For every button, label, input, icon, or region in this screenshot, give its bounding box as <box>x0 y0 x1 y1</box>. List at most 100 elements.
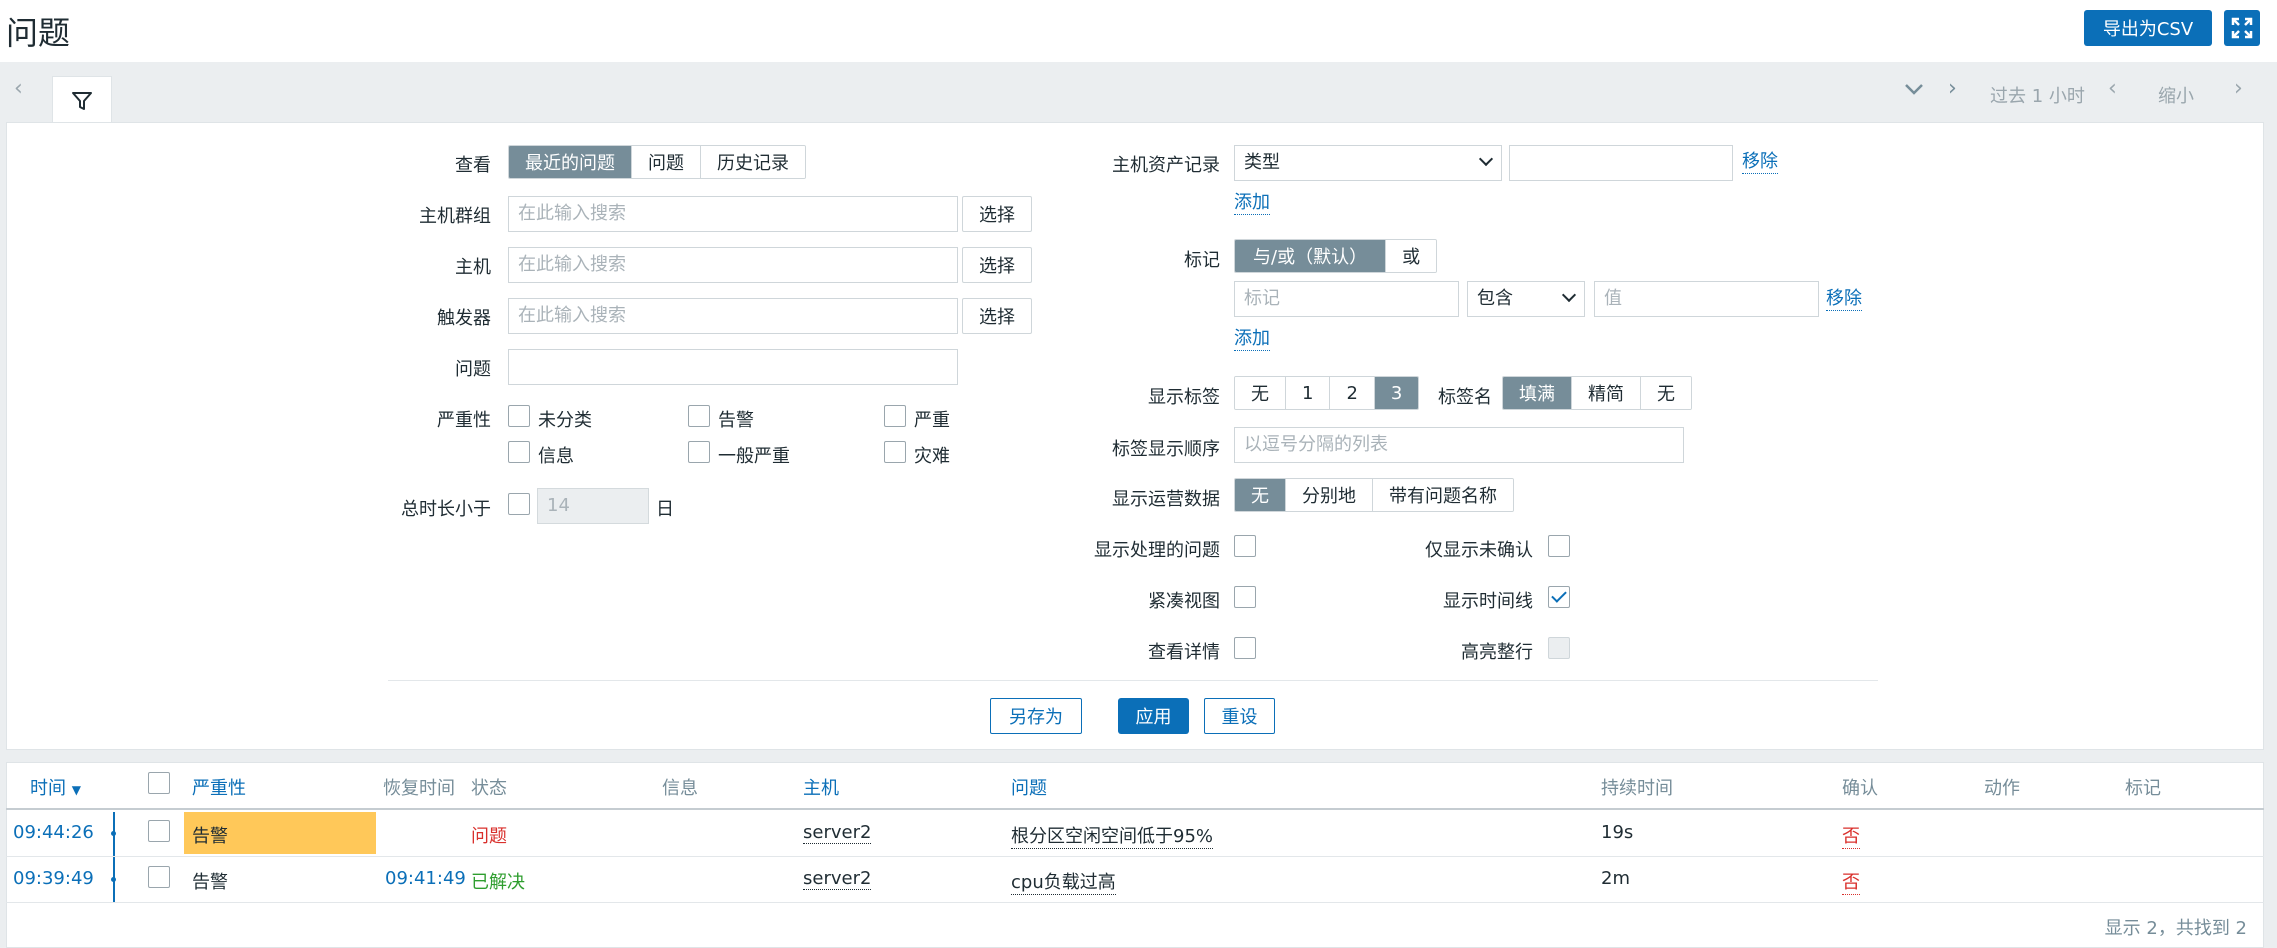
chevron-right-icon[interactable]: › <box>1948 76 1957 101</box>
row2-checkbox[interactable] <box>148 866 170 888</box>
view-option-recent[interactable]: 最近的问题 <box>509 146 631 178</box>
row2-problem-link[interactable]: cpu负载过高 <box>1011 868 1116 895</box>
show-tags-2[interactable]: 2 <box>1329 377 1374 409</box>
view-option-history[interactable]: 历史记录 <box>700 146 805 178</box>
severity-not-classified-checkbox[interactable] <box>508 405 530 427</box>
age-unit: 日 <box>656 499 674 520</box>
opdata-none[interactable]: 无 <box>1235 479 1285 511</box>
chevron-down-icon <box>1561 287 1577 303</box>
show-tags-1[interactable]: 1 <box>1285 377 1330 409</box>
view-option-problems[interactable]: 问题 <box>631 146 700 178</box>
row2-severity: 告警 <box>192 872 228 893</box>
tag-priority-input[interactable]: 以逗号分隔的列表 <box>1234 427 1684 463</box>
tag-add-link[interactable]: 添加 <box>1234 328 1270 351</box>
tag-priority-label: 标签显示顺序 <box>1112 439 1220 460</box>
age-label: 总时长小于 <box>401 499 491 520</box>
show-tags-switch: 无 1 2 3 <box>1234 376 1420 410</box>
apply-button[interactable]: 应用 <box>1118 698 1189 734</box>
row-divider <box>6 856 2264 857</box>
highlight-row-checkbox[interactable] <box>1548 637 1570 659</box>
inventory-field-select[interactable]: 类型 <box>1234 145 1502 181</box>
col-problem-header[interactable]: 问题 <box>1011 774 1047 800</box>
tag-name-input[interactable]: 标记 <box>1234 281 1459 317</box>
row1-severity: 告警 <box>192 826 228 847</box>
tag-value-input[interactable]: 值 <box>1594 281 1819 317</box>
filter-tab[interactable] <box>52 76 112 124</box>
row2-ack-link[interactable]: 否 <box>1842 868 1860 895</box>
chevron-down-icon[interactable] <box>1903 80 1925 101</box>
row2-duration: 2m <box>1601 868 1630 889</box>
show-tags-3[interactable]: 3 <box>1373 377 1419 409</box>
row1-host-link[interactable]: server2 <box>803 822 872 844</box>
hosts-select-button[interactable]: 选择 <box>962 247 1032 283</box>
col-status-header: 状态 <box>471 778 507 799</box>
compact-view-checkbox[interactable] <box>1234 586 1256 608</box>
opdata-separately[interactable]: 分别地 <box>1285 479 1372 511</box>
severity-disaster-label: 灾难 <box>914 446 950 467</box>
show-suppressed-label: 显示处理的问题 <box>1094 540 1220 561</box>
age-checkbox[interactable] <box>508 493 530 515</box>
unack-only-checkbox[interactable] <box>1548 535 1570 557</box>
show-details-checkbox[interactable] <box>1234 637 1256 659</box>
view-label: 查看 <box>455 155 491 176</box>
page-title: 问题 <box>6 14 71 52</box>
row1-duration: 19s <box>1601 822 1634 843</box>
severity-high-checkbox[interactable] <box>884 405 906 427</box>
show-tags-none[interactable]: 无 <box>1235 377 1285 409</box>
age-input[interactable]: 14 <box>537 488 649 524</box>
severity-disaster-checkbox[interactable] <box>884 441 906 463</box>
col-host-header[interactable]: 主机 <box>803 774 839 800</box>
row1-ack-link[interactable]: 否 <box>1842 822 1860 849</box>
col-time-header[interactable]: 时间 ▼ <box>30 774 81 800</box>
col-severity-header[interactable]: 严重性 <box>192 774 246 800</box>
opdata-with-name[interactable]: 带有问题名称 <box>1372 479 1513 511</box>
reset-button[interactable]: 重设 <box>1204 698 1275 734</box>
hosts-input[interactable]: 在此输入搜索 <box>508 247 958 283</box>
triggers-input[interactable]: 在此输入搜索 <box>508 298 958 334</box>
severity-high-label: 严重 <box>914 410 950 431</box>
show-tags-label: 显示标签 <box>1148 387 1220 408</box>
zoom-out-button[interactable]: 缩小 <box>2158 82 2194 108</box>
col-info-header: 信息 <box>662 778 698 799</box>
row2-recovery-link[interactable]: 09:41:49 <box>385 868 466 889</box>
tags-eval-or[interactable]: 或 <box>1385 240 1437 272</box>
export-csv-button[interactable]: 导出为CSV <box>2084 10 2212 46</box>
select-all-checkbox[interactable] <box>148 772 170 794</box>
tag-operator-select[interactable]: 包含 <box>1467 281 1585 317</box>
time-forward-arrow-icon[interactable]: › <box>2234 76 2243 101</box>
tag-name-full[interactable]: 填满 <box>1503 377 1571 409</box>
inventory-remove-link[interactable]: 移除 <box>1742 151 1778 174</box>
tag-remove-link[interactable]: 移除 <box>1826 288 1862 311</box>
tag-name-short[interactable]: 精简 <box>1571 377 1640 409</box>
time-back-arrow-icon[interactable]: ‹ <box>2108 76 2117 101</box>
triggers-select-button[interactable]: 选择 <box>962 298 1032 334</box>
severity-average-checkbox[interactable] <box>688 441 710 463</box>
sort-desc-icon: ▼ <box>71 783 81 797</box>
row1-problem-link[interactable]: 根分区空闲空间低于95% <box>1011 822 1214 849</box>
tab-prev-arrow-icon[interactable]: ‹ <box>14 76 23 101</box>
problem-input[interactable] <box>508 349 958 385</box>
time-period-tab[interactable]: 过去 1 小时 <box>1990 82 2085 108</box>
row2-host-link[interactable]: server2 <box>803 868 872 890</box>
show-suppressed-checkbox[interactable] <box>1234 535 1256 557</box>
severity-information-checkbox[interactable] <box>508 441 530 463</box>
show-timeline-checkbox[interactable] <box>1548 586 1570 608</box>
fullscreen-button[interactable] <box>2224 10 2260 46</box>
col-recovery-header: 恢复时间 <box>383 778 455 799</box>
hostgroups-select-button[interactable]: 选择 <box>962 196 1032 232</box>
inventory-add-link[interactable]: 添加 <box>1234 192 1270 215</box>
show-timeline-label: 显示时间线 <box>1443 591 1533 612</box>
inventory-field-value: 类型 <box>1244 152 1280 173</box>
tag-name-none[interactable]: 无 <box>1640 377 1691 409</box>
hostgroups-input[interactable]: 在此输入搜索 <box>508 196 958 232</box>
tags-eval-andor[interactable]: 与/或（默认） <box>1235 240 1386 272</box>
fullscreen-icon <box>2231 17 2253 39</box>
row1-checkbox[interactable] <box>148 820 170 842</box>
save-as-button[interactable]: 另存为 <box>990 698 1082 734</box>
row1-time-link[interactable]: 09:44:26 <box>13 822 94 843</box>
inventory-value-input[interactable] <box>1509 145 1733 181</box>
row2-time-link[interactable]: 09:39:49 <box>13 868 94 889</box>
severity-warning-checkbox[interactable] <box>688 405 710 427</box>
triggers-label: 触发器 <box>437 308 491 329</box>
severity-label: 严重性 <box>437 410 491 431</box>
